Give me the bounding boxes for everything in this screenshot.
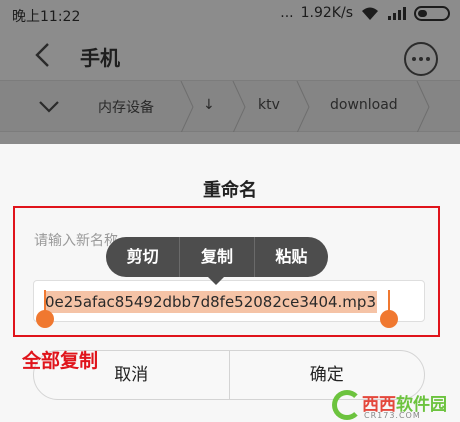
status-time: 晚上11:22 (12, 9, 81, 25)
signal-icon (388, 7, 406, 20)
status-indicators: ... 1.92K/s (280, 5, 450, 21)
breadcrumb-item-ktv[interactable]: ktv (258, 97, 280, 113)
network-speed: 1.92K/s (300, 5, 353, 21)
more-icon[interactable] (404, 42, 438, 76)
status-dots: ... (280, 5, 294, 21)
watermark-logo-icon (332, 390, 362, 420)
breadcrumb-separator-icon (232, 81, 246, 133)
watermark-url: CR173.COM (364, 411, 421, 420)
breadcrumb-item-down[interactable]: ↓ (203, 97, 215, 113)
page-title: 手机 (80, 46, 120, 70)
back-icon[interactable] (30, 42, 56, 68)
dim-overlay (0, 132, 460, 144)
rename-dialog: 重命名 请输入新名称 0e25afac85492dbb7d8fe52082ce3… (0, 144, 460, 422)
wifi-icon (362, 7, 378, 20)
status-bar: 晚上11:22 ... 1.92K/s (0, 0, 460, 30)
dialog-title: 重命名 (203, 180, 257, 201)
breadcrumb-item-download[interactable]: download (330, 97, 398, 113)
annotation-highlight-frame (13, 206, 440, 337)
annotation-label: 全部复制 (22, 350, 99, 372)
breadcrumb-separator-icon (180, 81, 194, 133)
breadcrumb-item-storage[interactable]: 内存设备 (98, 97, 154, 117)
breadcrumb-separator-icon (416, 81, 430, 133)
breadcrumb: 内存设备 ↓ ktv download (0, 80, 460, 133)
breadcrumb-separator-icon (296, 81, 310, 133)
battery-icon (414, 5, 450, 21)
title-bar: 手机 (0, 30, 460, 80)
chevron-down-icon[interactable] (38, 97, 60, 117)
watermark-logo: 西西软件园 CR173.COM (332, 390, 460, 422)
